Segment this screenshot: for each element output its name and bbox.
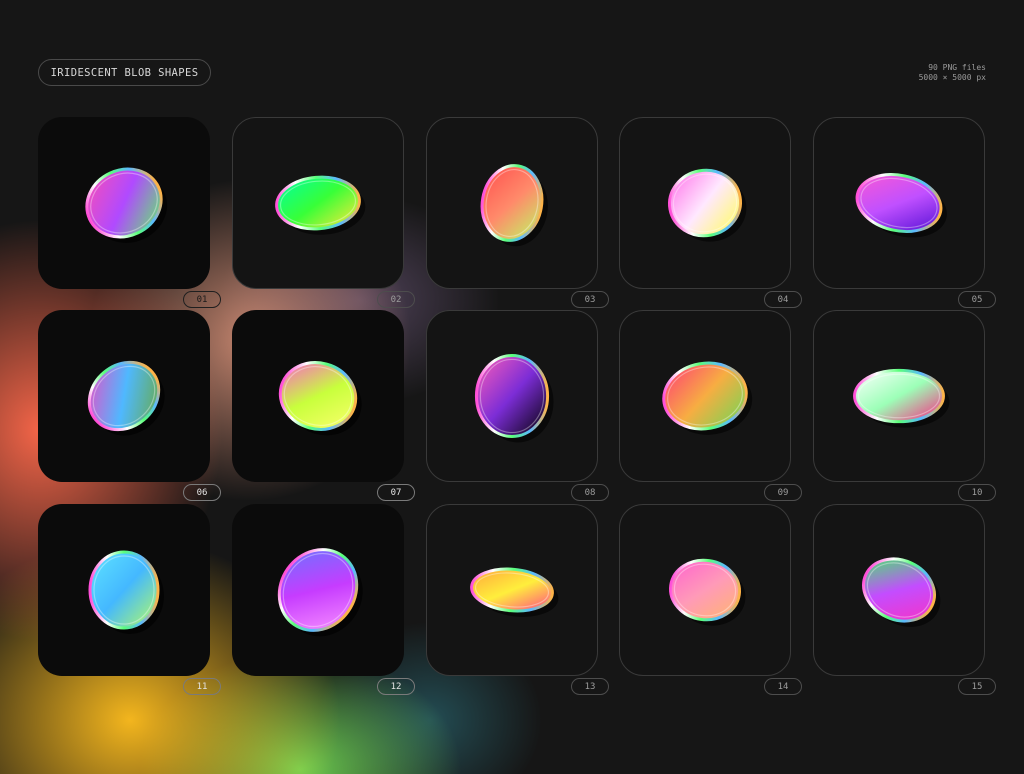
blob-number-label: 15 <box>958 678 996 695</box>
blob-number-label: 02 <box>377 291 415 308</box>
blob-tile[interactable] <box>38 504 210 676</box>
blob-shape <box>275 175 366 235</box>
blob-grid: 01 02 03 04 05 06 07 08 09 10 11 12 13 14 15 <box>0 0 1024 774</box>
blob-shape <box>277 548 363 637</box>
blob-number-label: 06 <box>183 484 221 501</box>
blob-number-label: 04 <box>764 291 802 308</box>
blob-tile[interactable] <box>232 504 404 676</box>
blob-shape <box>88 550 164 634</box>
blob-number-label: 14 <box>764 678 802 695</box>
blob-tile[interactable] <box>426 504 598 676</box>
blob-number-label: 10 <box>958 484 996 501</box>
blob-number-label: 11 <box>183 678 221 695</box>
blob-shape <box>855 173 947 238</box>
blob-tile[interactable] <box>38 117 210 289</box>
blob-shape <box>853 368 950 428</box>
blob-tile[interactable] <box>619 310 791 482</box>
blob-number-label: 08 <box>571 484 609 501</box>
blob-number-label: 05 <box>958 291 996 308</box>
blob-tile[interactable] <box>813 310 985 482</box>
blob-number-label: 12 <box>377 678 415 695</box>
blob-shape <box>862 557 941 627</box>
blob-number-label: 07 <box>377 484 415 501</box>
blob-tile[interactable] <box>619 504 791 676</box>
blob-shape <box>474 353 554 443</box>
blob-tile[interactable] <box>426 117 598 289</box>
blob-tile[interactable] <box>619 117 791 289</box>
blob-tile[interactable] <box>232 117 404 289</box>
blob-shape <box>662 361 753 435</box>
blob-tile[interactable] <box>813 504 985 676</box>
blob-number-label: 03 <box>571 291 609 308</box>
blob-shape <box>480 164 548 247</box>
blob-tile[interactable] <box>232 310 404 482</box>
blob-shape <box>87 360 165 436</box>
blob-shape <box>669 558 746 626</box>
blob-shape <box>668 168 747 242</box>
blob-number-label: 01 <box>183 291 221 308</box>
blob-shape <box>470 567 559 617</box>
blob-shape <box>278 361 362 436</box>
blob-tile[interactable] <box>813 117 985 289</box>
blob-shape <box>85 167 168 243</box>
blob-number-label: 09 <box>764 484 802 501</box>
blob-tile[interactable] <box>426 310 598 482</box>
blob-number-label: 13 <box>571 678 609 695</box>
blob-tile[interactable] <box>38 310 210 482</box>
